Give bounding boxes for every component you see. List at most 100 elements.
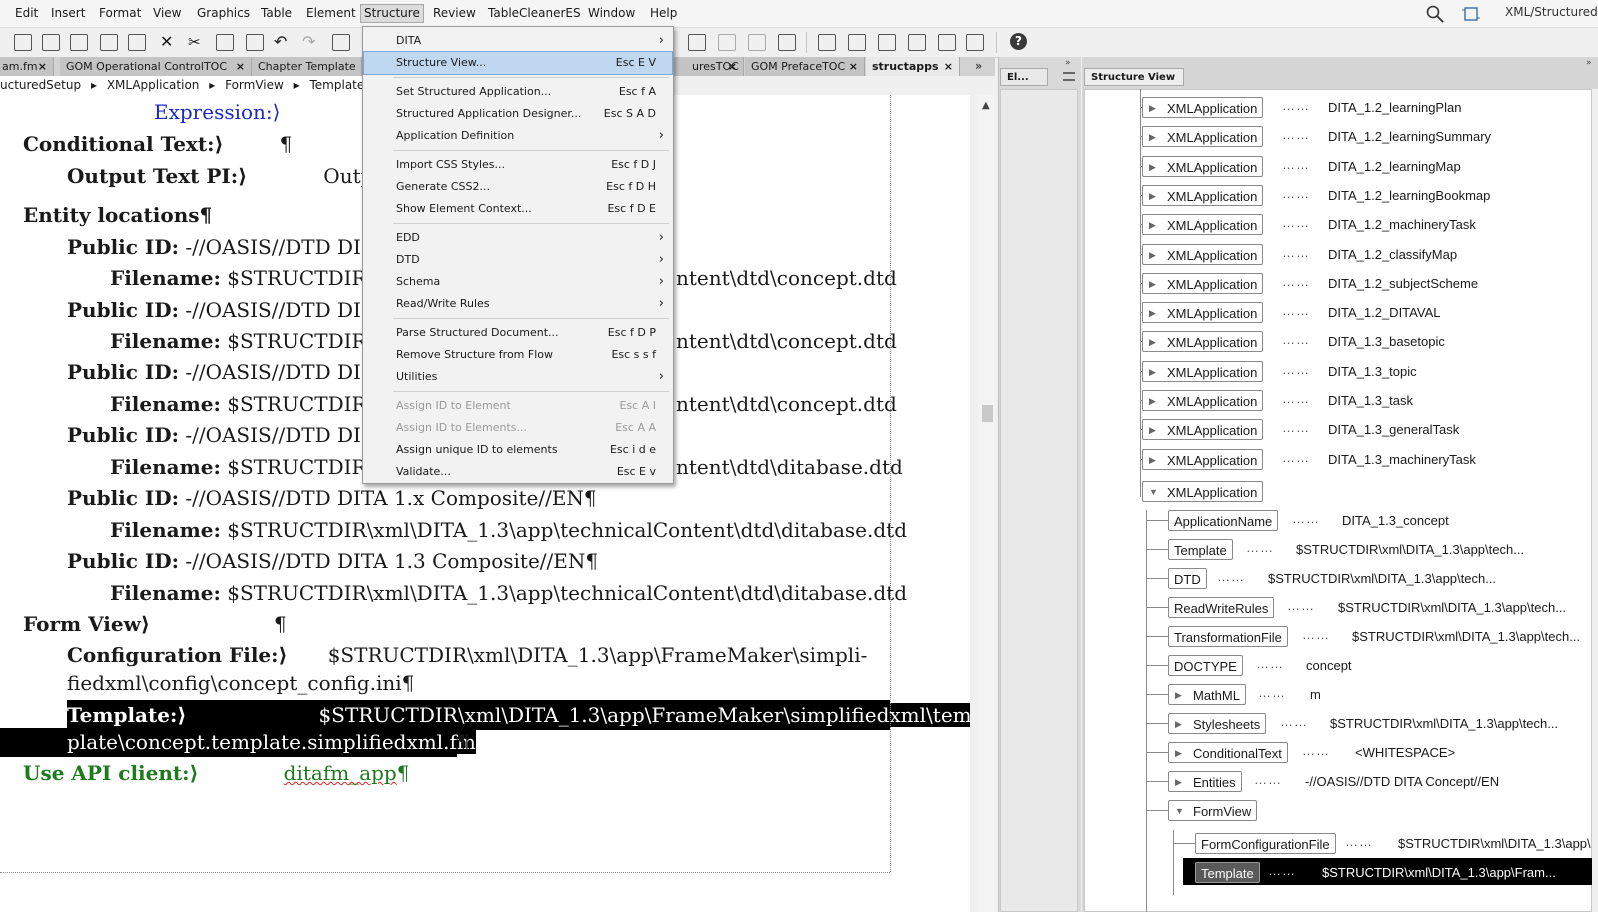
align-icon[interactable] [688, 34, 706, 51]
menu-element[interactable]: Element [303, 5, 359, 22]
tree-node-xmlapplication[interactable]: ▶ XMLApplication [1142, 448, 1264, 470]
filename-row[interactable]: Filename: $STRUCTDIR [110, 392, 367, 416]
expand-icon[interactable]: ▶ [1149, 391, 1156, 412]
wrap-element-icon[interactable] [908, 34, 926, 51]
filename-row[interactable]: Filename: $STRUCTDIR\xml\DITA_1.3\app\te… [110, 581, 907, 605]
scroll-up-icon[interactable]: ▲ [982, 100, 990, 111]
document-scrollbar[interactable] [978, 95, 995, 912]
tree-node-xmlapplication[interactable]: ▶ XMLApplication [1142, 214, 1264, 236]
tree-node-xmlapplication[interactable]: ▶ XMLApplication [1142, 155, 1264, 177]
filename-row[interactable]: Filename: $STRUCTDIR [110, 266, 367, 290]
menu-item-edd[interactable]: EDD › [364, 227, 672, 249]
save-as-icon[interactable] [70, 34, 88, 51]
menu-item-assign-unique-id-to-elements[interactable]: Assign unique ID to elements Esc i d e [364, 439, 672, 461]
print-icon[interactable] [100, 34, 118, 51]
expand-icon[interactable]: ▶ [1175, 685, 1182, 706]
use-api-row[interactable]: Use API client:⟩ ditafm_app¶ [23, 761, 409, 785]
public-id-row[interactable]: Public ID: -//OASIS//DTD DI [67, 360, 361, 384]
copy-icon[interactable] [216, 34, 234, 51]
tree-node-xmlapplication[interactable]: ▶ XMLApplication [1142, 272, 1264, 295]
edit-element-icon[interactable] [818, 34, 836, 51]
cut-icon[interactable]: ✂ [188, 34, 206, 51]
entity-locations-heading[interactable]: Entity locations¶ [23, 203, 212, 227]
tree-node-mathml[interactable]: ▶ MathML [1168, 684, 1246, 705]
conditional-text-row[interactable]: Conditional Text:⟩ ¶ [23, 132, 292, 156]
expand-icon[interactable]: ▶ [1149, 332, 1156, 353]
filename-row[interactable]: Filename: $STRUCTDIR [110, 329, 367, 353]
expand-icon[interactable]: ▶ [1149, 274, 1156, 295]
breadcrumb-item[interactable]: Template [310, 78, 365, 92]
tab-gom-operational[interactable]: GOM Operational ControlTOC × [60, 57, 252, 76]
tab-urestoc[interactable]: uresTOC × [674, 57, 744, 76]
tabs-overflow-button[interactable]: » [975, 57, 982, 76]
tree-node-applicationname[interactable]: ApplicationName [1168, 510, 1279, 531]
menu-item-dtd[interactable]: DTD › [364, 249, 672, 271]
tab-elements[interactable]: El... [1000, 68, 1048, 86]
menu-item-structured-application-designer[interactable]: Structured Application Designer... Esc S … [364, 103, 672, 125]
screen-icon[interactable] [1462, 5, 1480, 23]
menu-window[interactable]: Window [585, 5, 638, 22]
tree-node-xmlapplication[interactable]: ▶ XMLApplication [1142, 331, 1264, 353]
close-icon[interactable]: × [38, 57, 47, 76]
close-icon[interactable]: × [849, 57, 858, 76]
tree-node-xmlapplication-expanded[interactable]: ▼ XMLApplication [1142, 481, 1264, 503]
filename-tail[interactable]: ntent\dtd\concept.dtd [676, 392, 897, 416]
tree-node-readwriterules[interactable]: ReadWriteRules [1168, 597, 1275, 618]
tab-structure-view[interactable]: Structure View [1084, 68, 1184, 86]
expand-icon[interactable]: ▶ [1175, 743, 1182, 764]
filename-tail[interactable]: ntent\dtd\concept.dtd [676, 266, 897, 290]
menu-item-set-structured-application[interactable]: Set Structured Application... Esc f A [364, 81, 672, 103]
menu-item-validate[interactable]: Validate... Esc E v [364, 461, 672, 483]
tree-node-entities[interactable]: ▶ Entities [1168, 771, 1242, 792]
menu-item-show-element-context[interactable]: Show Element Context... Esc f D E [364, 198, 672, 220]
breadcrumb-item[interactable]: ucturedSetup [0, 78, 81, 92]
menu-item-structure-view[interactable]: Structure View... Esc E V [363, 51, 673, 75]
tree-node-xmlapplication[interactable]: ▶ XMLApplication [1142, 243, 1264, 266]
expand-icon[interactable]: ▶ [1149, 127, 1156, 148]
expand-icon[interactable]: ▶ [1149, 420, 1156, 441]
scrollbar-thumb[interactable] [982, 405, 993, 422]
structure-scrollbar[interactable] [1592, 89, 1598, 912]
tree-node-xmlapplication[interactable]: ▶ XMLApplication [1142, 419, 1264, 441]
workspace-switcher[interactable]: XML/Structured [1505, 5, 1598, 19]
grid-icon[interactable] [966, 34, 984, 51]
tree-node-formview[interactable]: ▼ FormView [1168, 800, 1258, 821]
menu-view[interactable]: View [150, 5, 184, 22]
tree-node-conditionaltext[interactable]: ▶ ConditionalText [1168, 742, 1288, 763]
tree-node-formconfigurationfile[interactable]: FormConfigurationFile [1195, 833, 1336, 854]
expression-label[interactable]: Expression:⟩ [154, 100, 280, 124]
insert-element-icon[interactable] [878, 34, 896, 51]
repeat-icon[interactable] [332, 34, 350, 51]
menu-help[interactable]: Help [647, 5, 680, 22]
menu-tablecleaneres[interactable]: TableCleanerES [485, 5, 584, 22]
tree-node-xmlapplication[interactable]: ▶ XMLApplication [1142, 390, 1264, 412]
close-icon[interactable]: × [728, 57, 737, 76]
redo-icon[interactable]: ↷ [302, 34, 320, 51]
tree-node-xmlapplication[interactable]: ▶ XMLApplication [1142, 126, 1264, 148]
close-icon[interactable]: × [236, 57, 245, 76]
menu-item-parse-structured-document[interactable]: Parse Structured Document... Esc f D P [364, 322, 672, 344]
expand-icon[interactable]: ▶ [1149, 215, 1156, 236]
menu-graphics[interactable]: Graphics [194, 5, 253, 22]
collapse-icon[interactable]: ▼ [1149, 482, 1158, 503]
tree-node-dtd[interactable]: DTD [1168, 568, 1207, 589]
menu-review[interactable]: Review [430, 5, 479, 22]
filename-row[interactable]: Filename: $STRUCTDIR\xml\DITA_1.3\app\te… [110, 518, 907, 542]
config-file-row[interactable]: Configuration File:⟩ $STRUCTDIR\xml\DITA_… [67, 643, 867, 667]
menu-structure[interactable]: Structure [360, 4, 424, 23]
tree-node-stylesheets[interactable]: ▶ Stylesheets [1168, 713, 1267, 734]
paste-icon[interactable] [246, 34, 264, 51]
expand-icon[interactable]: ▶ [1149, 186, 1156, 207]
breadcrumb-item[interactable]: FormView [225, 78, 284, 92]
panel-collapse-icon[interactable]: » [1065, 58, 1071, 68]
tab-chapter-template[interactable]: Chapter Template [252, 57, 362, 76]
tree-node-template-selected[interactable]: Template [1195, 862, 1260, 883]
breadcrumb-item[interactable]: XMLApplication [107, 78, 200, 92]
expand-icon[interactable]: ▶ [1175, 772, 1182, 793]
expand-icon[interactable]: ▶ [1149, 245, 1156, 266]
numbered-list-icon[interactable] [778, 34, 796, 51]
change-element-icon[interactable] [938, 34, 956, 51]
tab-am-fm[interactable]: am.fm × [0, 57, 54, 76]
tree-node-xmlapplication[interactable]: ▶ XMLApplication [1142, 302, 1264, 324]
tree-node-xmlapplication[interactable]: ▶ XMLApplication [1142, 97, 1264, 118]
